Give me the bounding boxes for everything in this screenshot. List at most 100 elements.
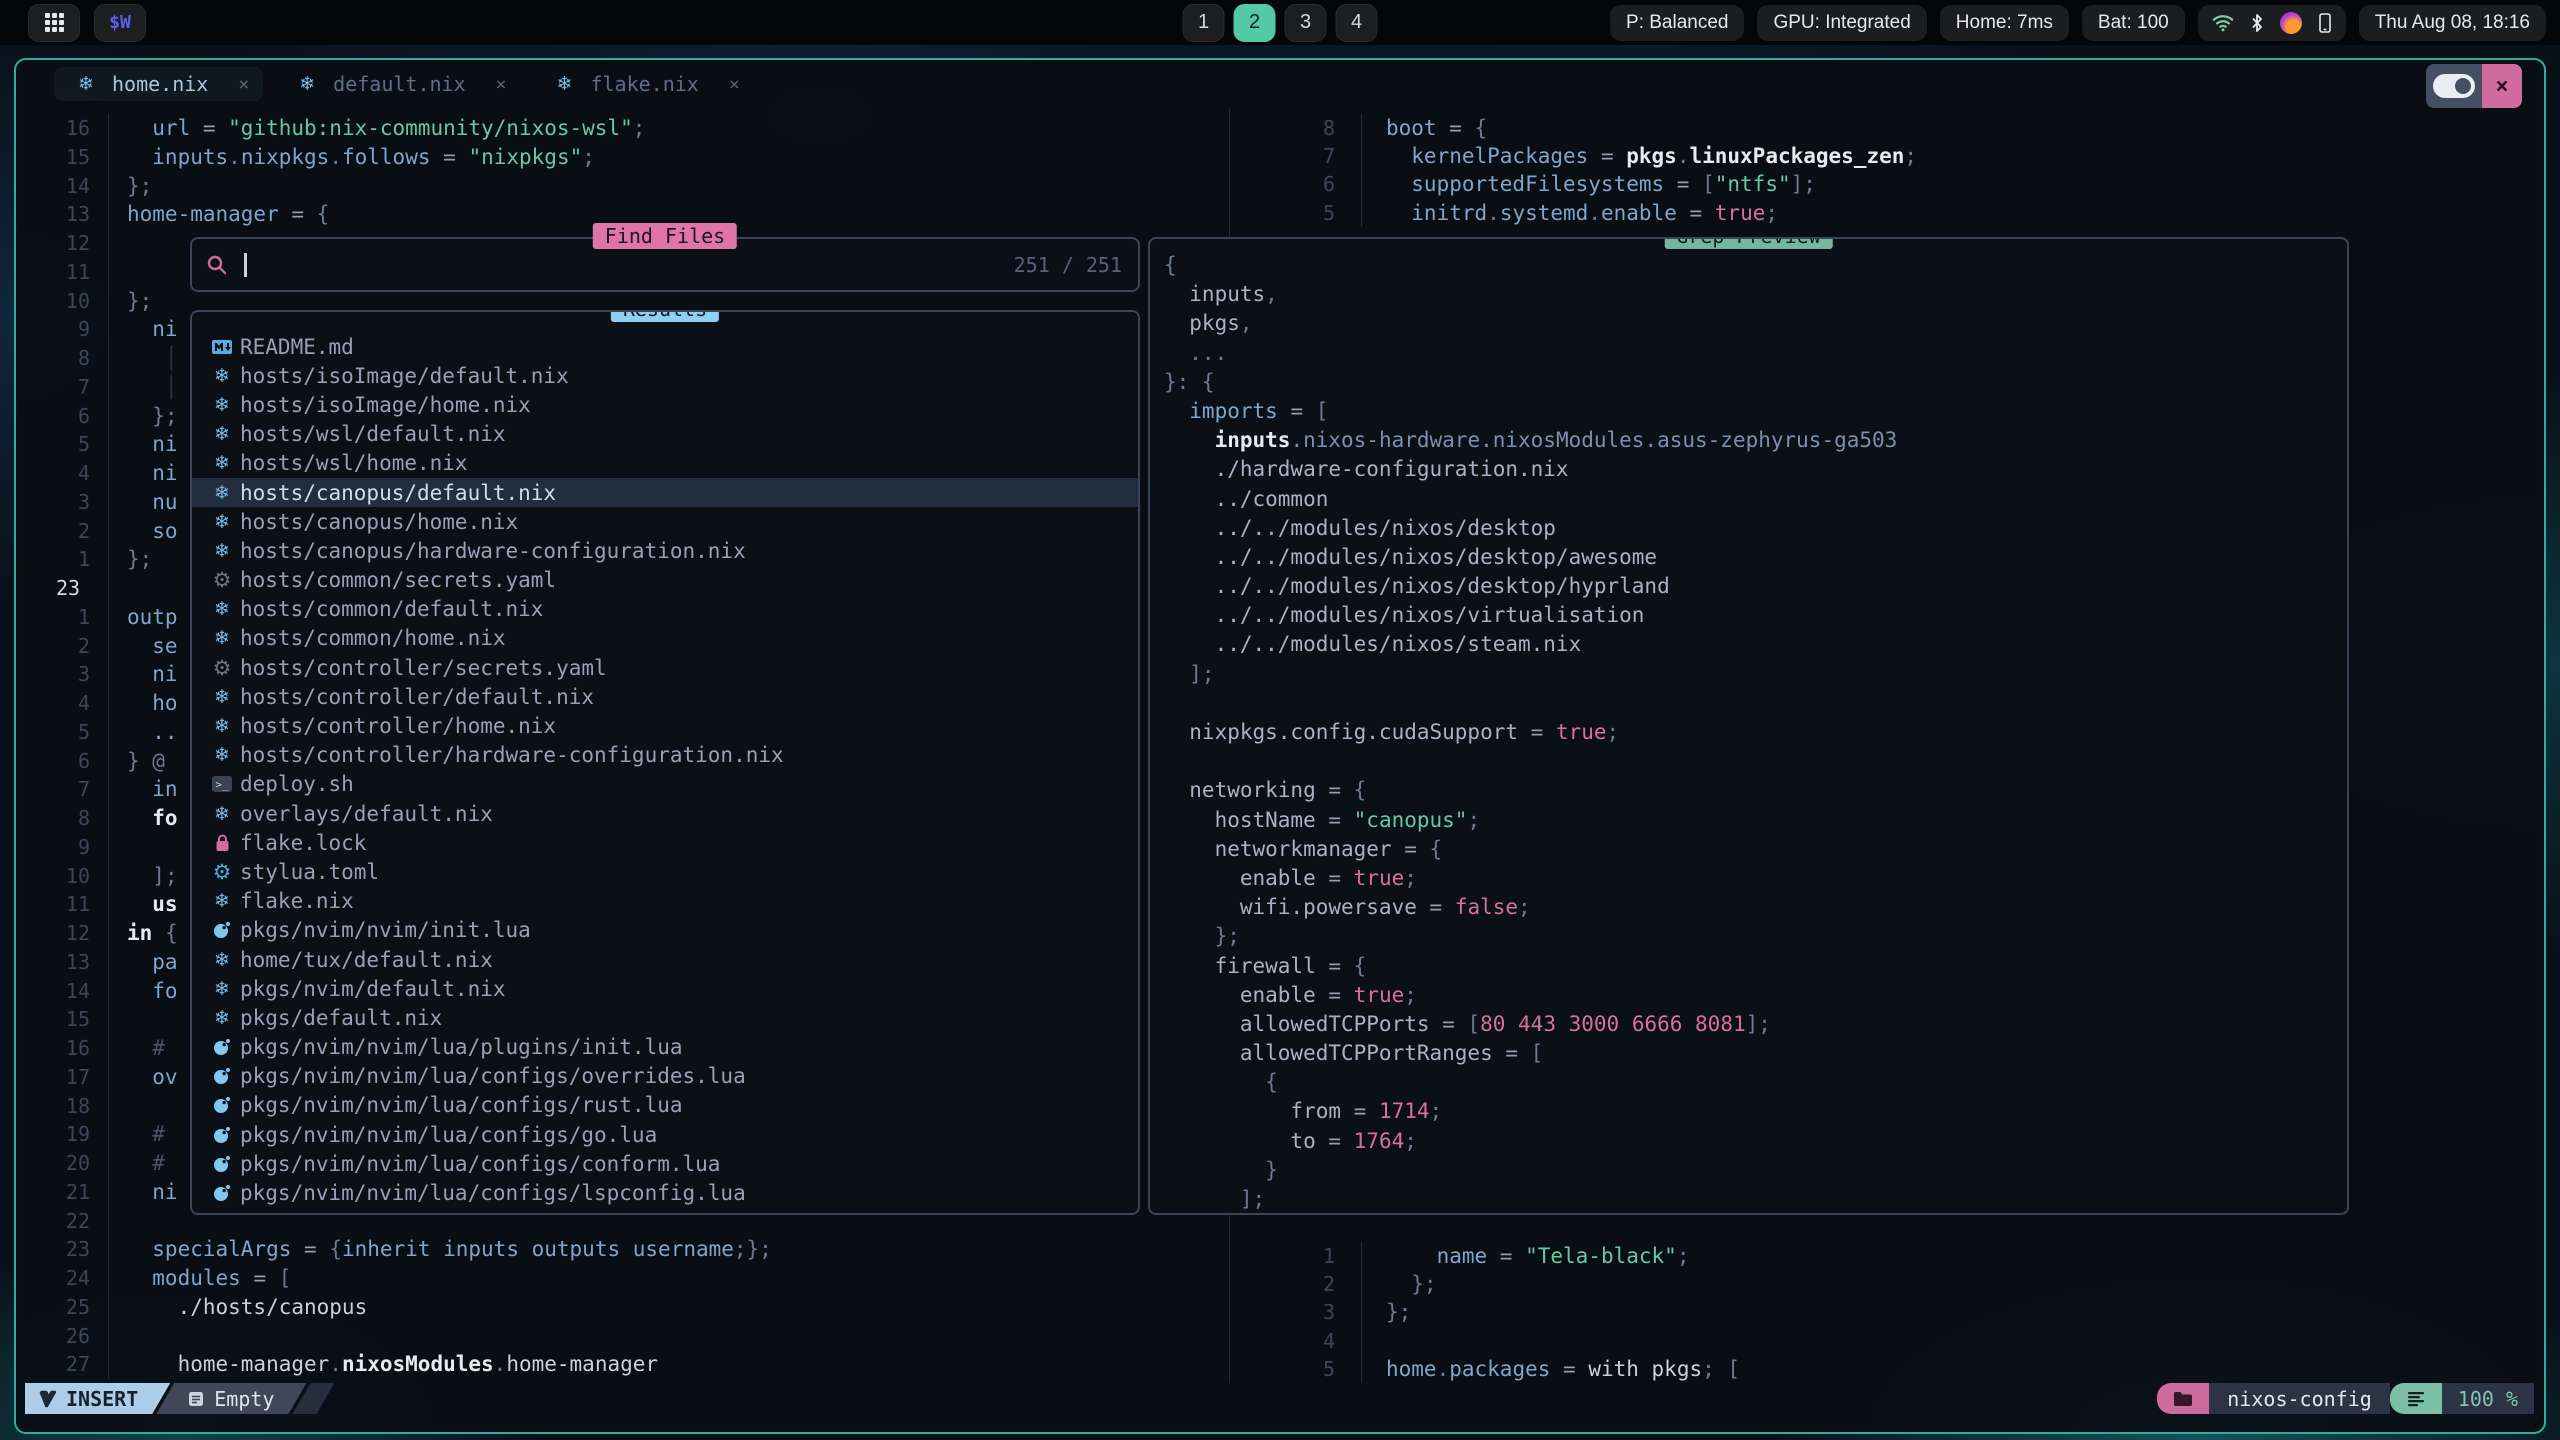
nix-file-icon: ❄ [289,73,325,95]
result-item[interactable]: pkgs/nvim/nvim/lua/configs/lspconfig.lua [192,1178,1138,1207]
tab-label: home.nix [112,72,208,96]
result-label: hosts/canopus/hardware-configuration.nix [240,539,746,563]
result-item[interactable]: pkgs/nvim/nvim/lua/configs/rust.lua [192,1091,1138,1120]
workspace-button-3[interactable]: 3 [1285,4,1327,42]
result-item[interactable]: ❄hosts/isoImage/home.nix [192,390,1138,419]
result-item[interactable]: >_deploy.sh [192,770,1138,799]
code-line: 4 [1229,1327,2530,1355]
tab-close-icon[interactable]: × [496,74,507,95]
scroll-percent: 100 % [2442,1383,2534,1414]
result-label: home/tux/default.nix [240,948,493,972]
tab-default.nix[interactable]: ❄default.nix× [275,67,520,101]
tab-close-icon[interactable]: × [238,74,249,95]
shell-file-icon: >_ [212,776,232,792]
preview-line: ]; [1164,660,2347,689]
result-item[interactable]: pkgs/nvim/nvim/lua/plugins/init.lua [192,1033,1138,1062]
result-item[interactable]: ❄hosts/canopus/hardware-configuration.ni… [192,536,1138,565]
preview-title: Grep Preview [1664,237,1833,249]
result-item[interactable]: pkgs/nvim/nvim/lua/configs/overrides.lua [192,1062,1138,1091]
close-icon: × [2495,74,2508,99]
tab-close-icon[interactable]: × [729,74,740,95]
nix-file-icon: ❄ [204,598,240,620]
result-item[interactable]: ❄hosts/controller/home.nix [192,711,1138,740]
preview-line: inputs.nixos-hardware.nixosModules.asus-… [1164,426,2347,455]
preview-line: }: { [1164,368,2347,397]
preview-line: firewall = { [1164,952,2347,981]
bluetooth-icon[interactable] [2250,13,2264,33]
result-label: hosts/wsl/home.nix [240,451,468,475]
code-line: 6 supportedFilesystems = ["ntfs"]; [1229,170,2530,198]
scroll-segment [2390,1383,2442,1414]
find-files-prompt[interactable]: Find Files 251 / 251 [190,237,1140,292]
code-line: 5home.packages = with pkgs; [ [1229,1355,2530,1383]
workspace-button-2[interactable]: 2 [1234,4,1276,42]
nix-file-icon: ❄ [204,890,240,912]
editor-right-pane-bottom: 1 name = "Tela-black";2 };3};45home.pack… [1229,1242,2530,1383]
result-item[interactable]: ❄pkgs/nvim/default.nix [192,974,1138,1003]
wifi-icon[interactable] [2212,13,2234,32]
status-pill-3: Bat: 100 [2082,5,2185,41]
result-item[interactable]: ⚙hosts/common/secrets.yaml [192,566,1138,595]
workspace-button-4[interactable]: 4 [1336,4,1378,42]
preview-line: enable = true; [1164,981,2347,1010]
result-item[interactable]: ❄hosts/common/home.nix [192,624,1138,653]
result-item[interactable]: flake.lock [192,828,1138,857]
result-item[interactable]: ❄hosts/controller/hardware-configuration… [192,741,1138,770]
result-label: hosts/controller/hardware-configuration.… [240,743,784,767]
logo-button[interactable]: $W [94,4,146,42]
window-controls: × [2426,64,2522,108]
result-item[interactable]: ⚙stylua.toml [192,857,1138,886]
result-item[interactable]: ❄hosts/canopus/default.nix [192,478,1138,507]
result-item[interactable]: pkgs/nvim/nvim/lua/configs/go.lua [192,1120,1138,1149]
preview-line: enable = true; [1164,864,2347,893]
tab-flake.nix[interactable]: ❄flake.nix× [532,67,753,101]
preview-content: { inputs, pkgs, ...}: { imports = [ inpu… [1164,251,2347,1214]
result-label: overlays/default.nix [240,802,493,826]
workspace-button-1[interactable]: 1 [1183,4,1225,42]
result-item[interactable]: ❄home/tux/default.nix [192,945,1138,974]
result-item[interactable]: pkgs/nvim/nvim/init.lua [192,916,1138,945]
tab-home.nix[interactable]: ❄home.nix× [54,67,263,101]
vim-icon [39,1390,57,1408]
result-label: pkgs/nvim/nvim/lua/configs/rust.lua [240,1093,683,1117]
result-count: 251 / 251 [1014,253,1122,277]
avatar-icon[interactable] [2280,12,2302,34]
toggle-icon [2433,74,2475,98]
tab-label: flake.nix [590,72,698,96]
lua-file-icon [204,1096,240,1114]
toggle-button[interactable] [2426,64,2482,108]
search-icon [206,254,228,276]
apps-launcher-button[interactable] [28,4,80,42]
result-label: hosts/controller/home.nix [240,714,556,738]
project-folder-segment [2157,1383,2209,1414]
result-label: pkgs/nvim/nvim/lua/plugins/init.lua [240,1035,683,1059]
preview-line: ../../modules/nixos/steam.nix [1164,630,2347,659]
result-item[interactable]: ❄overlays/default.nix [192,799,1138,828]
result-item[interactable]: ❄hosts/canopus/home.nix [192,507,1138,536]
result-item[interactable]: ❄hosts/wsl/default.nix [192,420,1138,449]
phone-icon[interactable] [2318,13,2332,33]
yaml-file-icon: ⚙ [204,568,240,592]
code-line: 23 specialArgs = {inherit inputs outputs… [30,1235,1225,1264]
code-line: 15 inputs.nixpkgs.follows = "nixpkgs"; [30,143,1225,172]
result-item[interactable]: ❄hosts/controller/default.nix [192,682,1138,711]
toml-file-icon: ⚙ [204,860,240,884]
top-bar: $W 1234 P: BalancedGPU: IntegratedHome: … [0,0,2560,45]
result-item[interactable]: README.md [192,332,1138,361]
result-label: hosts/controller/secrets.yaml [240,656,607,680]
preview-line: networking = { [1164,776,2347,805]
result-label: hosts/controller/default.nix [240,685,594,709]
window-close-button[interactable]: × [2482,64,2522,108]
nix-file-icon: ❄ [204,394,240,416]
result-item[interactable]: ❄hosts/wsl/home.nix [192,449,1138,478]
result-item[interactable]: ❄pkgs/default.nix [192,1003,1138,1032]
result-item[interactable]: ❄hosts/common/default.nix [192,595,1138,624]
yaml-file-icon: ⚙ [204,656,240,680]
preview-line: ./hardware-configuration.nix [1164,455,2347,484]
result-item[interactable]: ⚙hosts/controller/secrets.yaml [192,653,1138,682]
status-pill-2: Home: 7ms [1940,5,2069,41]
grid-icon [45,13,64,32]
result-item[interactable]: ❄flake.nix [192,887,1138,916]
result-item[interactable]: ❄hosts/isoImage/default.nix [192,361,1138,390]
result-item[interactable]: pkgs/nvim/nvim/lua/configs/conform.lua [192,1149,1138,1178]
